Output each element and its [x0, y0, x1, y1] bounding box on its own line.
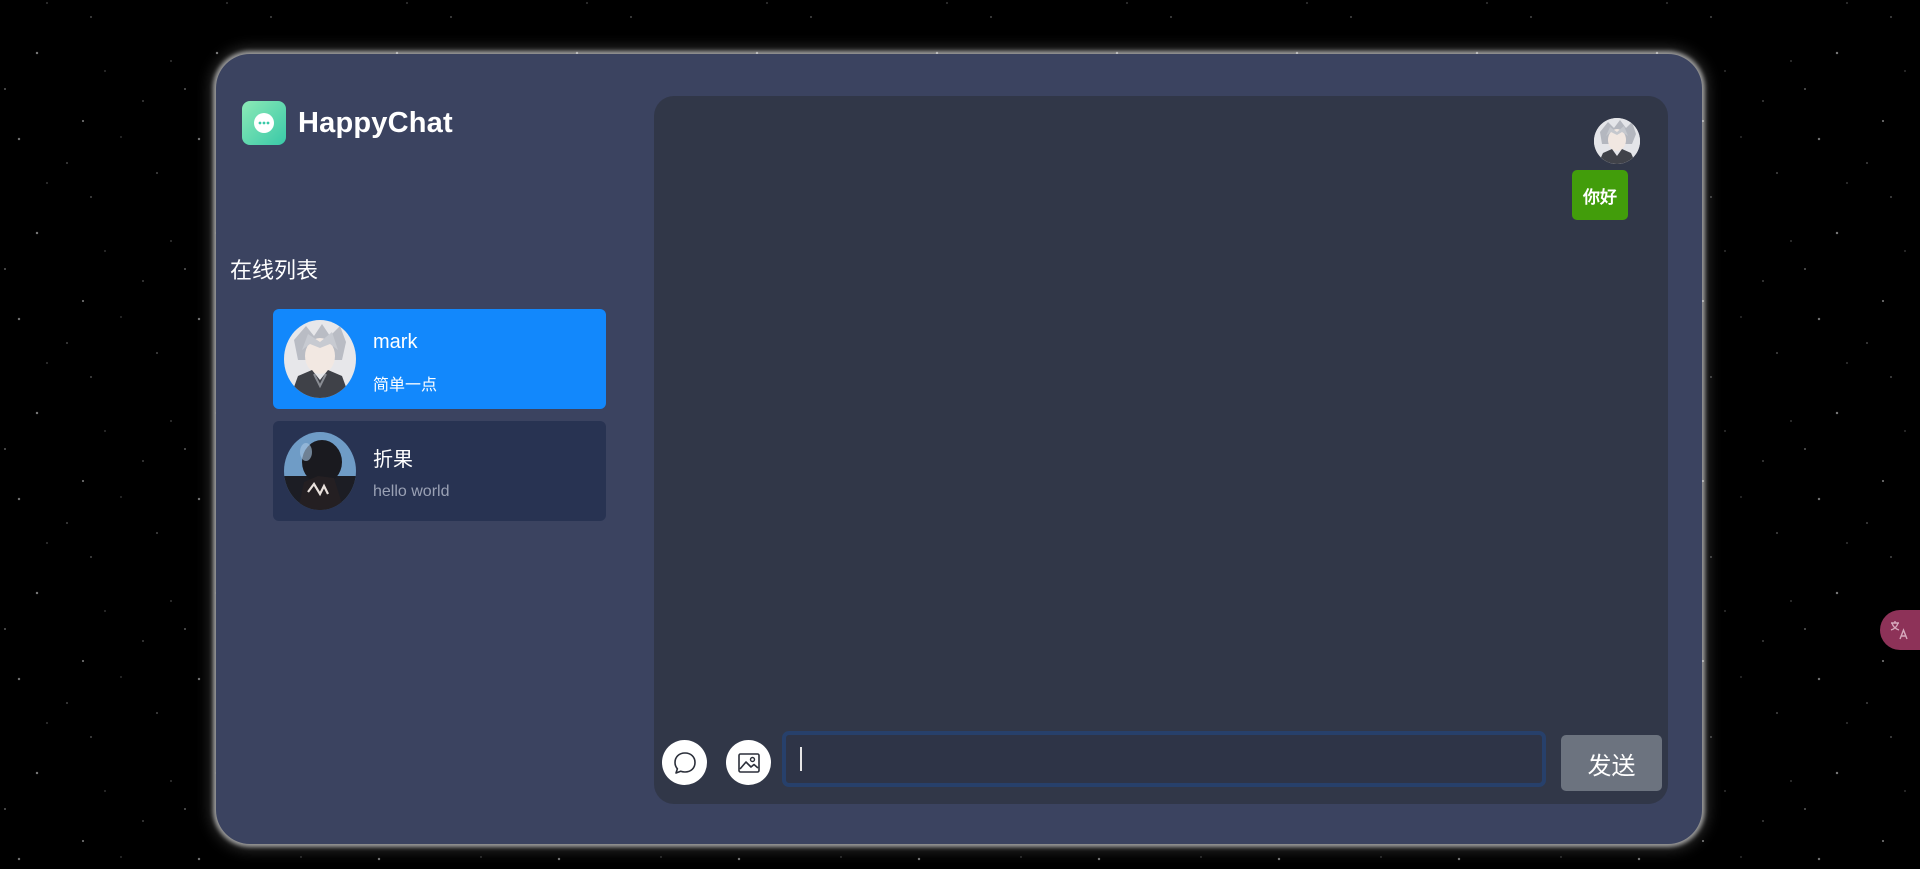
send-button[interactable]: 发送 [1561, 735, 1662, 791]
brand-header: HappyChat [242, 101, 453, 145]
user-list-item[interactable]: mark 简单一点 [273, 309, 606, 409]
user-list-item[interactable]: 折果 hello world [273, 421, 606, 521]
text-caret [800, 747, 802, 771]
online-user-list: mark 简单一点 折果 hello world [273, 309, 606, 533]
chat-bubble-icon[interactable] [662, 740, 707, 785]
chat-panel: 你好 发送 [654, 96, 1668, 804]
avatar [1594, 118, 1640, 164]
user-name: mark [373, 331, 418, 353]
chat-bubble-icon [242, 101, 286, 145]
message-input[interactable] [782, 731, 1546, 787]
chat-app-window: HappyChat 在线列表 mark 简单一点 折果 hello world … [216, 54, 1702, 844]
avatar [284, 320, 356, 398]
app-title: HappyChat [298, 106, 453, 139]
user-name: 折果 [373, 449, 413, 471]
image-icon[interactable] [726, 740, 771, 785]
message-bubble: 你好 [1572, 170, 1628, 220]
user-signature: 简单一点 [373, 377, 438, 394]
online-list-title: 在线列表 [230, 258, 319, 283]
avatar [284, 432, 356, 510]
translate-icon[interactable] [1880, 610, 1920, 650]
user-signature: hello world [373, 483, 450, 500]
